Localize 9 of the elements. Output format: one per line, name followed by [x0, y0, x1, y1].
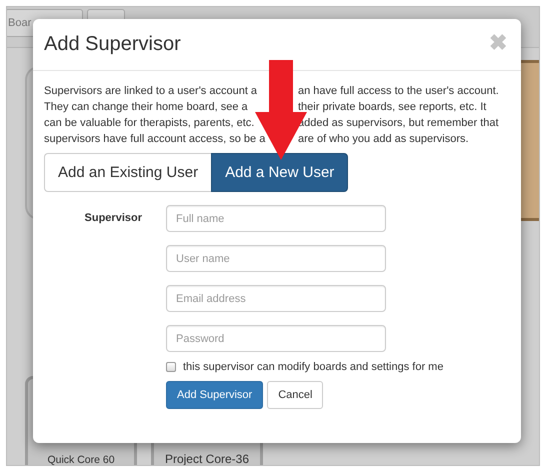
dialog-title: Add Supervisor	[44, 33, 181, 56]
description-text: an have full access to the user's account.	[298, 84, 499, 99]
description-text: They can change their home board, see a	[44, 100, 248, 115]
field-label: Supervisor	[84, 211, 143, 226]
description-text: their private boards, see reports, etc. It	[298, 100, 486, 115]
description-text: can be valuable for therapists, parents, etc.	[44, 116, 254, 131]
description-text: are of who you add as supervisors.	[298, 132, 469, 147]
description-text: supervisors have full account access, so be a	[44, 132, 266, 147]
description-text: Supervisors are linked to a user's account a	[44, 84, 258, 99]
